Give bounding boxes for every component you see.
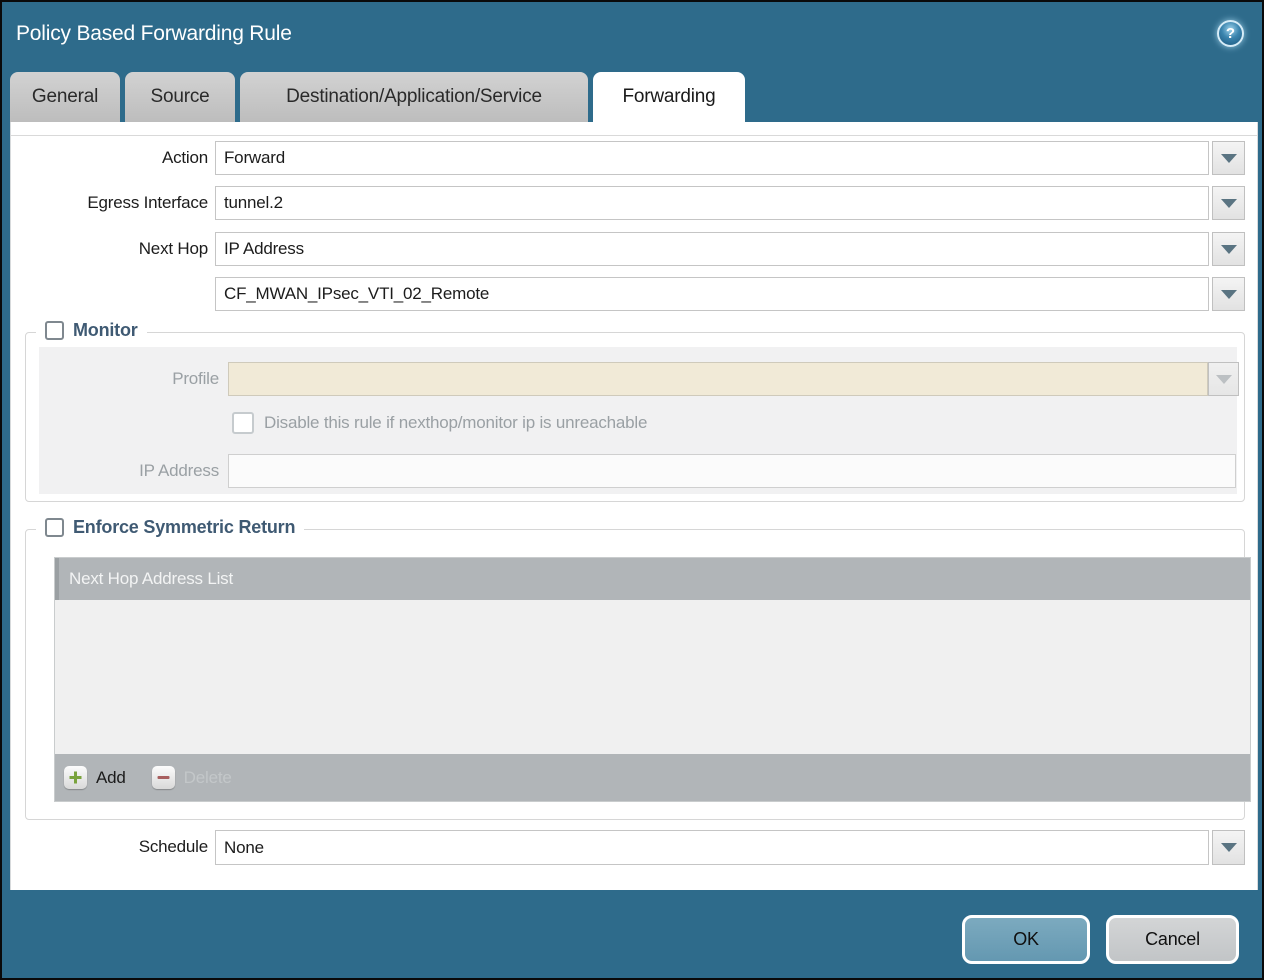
dialog-titlebar: Policy Based Forwarding Rule ? xyxy=(2,2,1262,72)
enforce-symmetric-return-legend-label: Enforce Symmetric Return xyxy=(73,517,295,538)
plus-icon xyxy=(64,766,87,789)
chevron-down-icon xyxy=(1221,245,1237,254)
enforce-symmetric-return-checkbox[interactable] xyxy=(45,518,64,537)
next-hop-label: Next Hop xyxy=(11,232,208,266)
monitor-legend-label: Monitor xyxy=(73,320,138,341)
tab-bar: General Source Destination/Application/S… xyxy=(10,72,745,122)
chevron-down-icon xyxy=(1216,375,1232,384)
egress-interface-label: Egress Interface xyxy=(11,186,208,220)
disable-rule-checkbox xyxy=(232,412,254,434)
cancel-button[interactable]: Cancel xyxy=(1106,915,1239,964)
monitor-profile-select xyxy=(228,362,1208,396)
monitor-profile-dropdown-button xyxy=(1208,362,1239,396)
action-row: Action Forward xyxy=(11,141,1257,175)
chevron-down-icon xyxy=(1221,154,1237,163)
monitor-profile-label: Profile xyxy=(11,362,219,396)
divider xyxy=(11,135,1257,136)
monitor-ip-address-row: IP Address xyxy=(11,454,1257,488)
table-header-label: Next Hop Address List xyxy=(69,569,233,589)
minus-icon xyxy=(152,766,175,789)
monitor-disable-rule-row: Disable this rule if nexthop/monitor ip … xyxy=(11,412,1257,434)
schedule-row: Schedule None xyxy=(11,830,1257,865)
disable-rule-label: Disable this rule if nexthop/monitor ip … xyxy=(264,412,647,434)
delete-button-label: Delete xyxy=(184,768,232,788)
help-icon[interactable]: ? xyxy=(1217,20,1244,47)
next-hop-type-select[interactable]: IP Address xyxy=(215,232,1209,266)
enforce-symmetric-return-legend: Enforce Symmetric Return xyxy=(36,517,304,538)
table-body-empty[interactable] xyxy=(55,600,1250,754)
chevron-down-icon xyxy=(1221,199,1237,208)
table-header: Next Hop Address List xyxy=(55,558,1250,600)
schedule-select[interactable]: None xyxy=(215,830,1209,865)
table-toolbar: Add Delete xyxy=(55,754,1250,801)
pbf-rule-dialog: Policy Based Forwarding Rule ? General S… xyxy=(0,0,1264,980)
monitor-checkbox[interactable] xyxy=(45,321,64,340)
monitor-profile-row: Profile xyxy=(11,362,1257,396)
add-button[interactable]: Add xyxy=(64,766,126,789)
schedule-label: Schedule xyxy=(11,830,208,864)
next-hop-address-select[interactable]: CF_MWAN_IPsec_VTI_02_Remote xyxy=(215,277,1209,311)
tab-general[interactable]: General xyxy=(10,72,120,122)
action-select[interactable]: Forward xyxy=(215,141,1209,175)
next-hop-address-dropdown-button[interactable] xyxy=(1212,277,1245,311)
next-hop-address-table: Next Hop Address List Add Delete xyxy=(54,557,1251,802)
delete-button: Delete xyxy=(152,766,232,789)
chevron-down-icon xyxy=(1221,843,1237,852)
tab-forwarding[interactable]: Forwarding xyxy=(593,72,745,122)
egress-interface-row: Egress Interface tunnel.2 xyxy=(11,186,1257,220)
chevron-down-icon xyxy=(1221,290,1237,299)
next-hop-address-row: CF_MWAN_IPsec_VTI_02_Remote xyxy=(11,277,1257,311)
forwarding-tab-panel: Action Forward Egress Interface tunnel.2… xyxy=(10,122,1258,890)
monitor-legend: Monitor xyxy=(36,320,147,341)
ok-button[interactable]: OK xyxy=(962,915,1090,964)
add-button-label: Add xyxy=(96,768,126,788)
next-hop-type-dropdown-button[interactable] xyxy=(1212,232,1245,266)
monitor-ip-address-label: IP Address xyxy=(11,454,219,488)
egress-interface-select[interactable]: tunnel.2 xyxy=(215,186,1209,220)
action-label: Action xyxy=(11,141,208,175)
schedule-dropdown-button[interactable] xyxy=(1212,830,1245,865)
dialog-title: Policy Based Forwarding Rule xyxy=(16,22,292,46)
tab-source[interactable]: Source xyxy=(125,72,235,122)
monitor-ip-address-input xyxy=(228,454,1236,488)
next-hop-row: Next Hop IP Address xyxy=(11,232,1257,266)
egress-interface-dropdown-button[interactable] xyxy=(1212,186,1245,220)
tab-destination-application-service[interactable]: Destination/Application/Service xyxy=(240,72,588,122)
action-dropdown-button[interactable] xyxy=(1212,141,1245,175)
enforce-symmetric-return-section: Enforce Symmetric Return Next Hop Addres… xyxy=(25,529,1245,820)
